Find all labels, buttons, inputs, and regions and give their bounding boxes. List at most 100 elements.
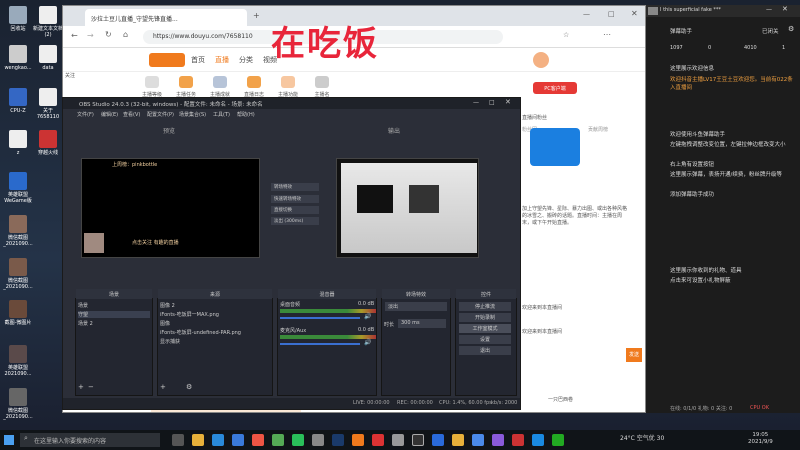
nav-live[interactable]: 直播	[215, 55, 229, 65]
app-icon[interactable]	[392, 434, 404, 446]
anchor-log[interactable]: 直播日志	[239, 76, 269, 98]
add-source-icon[interactable]: +	[160, 383, 166, 391]
source-item[interactable]: 显示捕获	[160, 338, 180, 345]
avatar[interactable]	[533, 52, 549, 68]
desktop-icon[interactable]: 微信截图_2021090...	[2, 258, 34, 290]
app-icon[interactable]	[492, 434, 504, 446]
scene-item[interactable]: 守望	[78, 311, 150, 318]
desktop-icon[interactable]: 关于 7658110	[32, 88, 64, 120]
edge-icon[interactable]	[212, 434, 224, 446]
app-icon[interactable]	[452, 434, 464, 446]
settings-gear-icon[interactable]: ⚙	[788, 25, 794, 33]
source-item[interactable]: 图像 2	[160, 302, 175, 309]
close-icon[interactable]: ✕	[505, 98, 511, 106]
nav-home[interactable]: 首页	[191, 55, 205, 65]
exit-button[interactable]: 退出	[459, 346, 511, 355]
add-scene-icon[interactable]: +	[78, 383, 84, 391]
quick-transition[interactable]: 快速转场特效	[271, 195, 319, 203]
menu-file[interactable]: 文件(F)	[77, 111, 94, 118]
desktop-icon[interactable]: z	[2, 130, 34, 156]
taskbar-search[interactable]: 在这里输入你要搜索的内容	[20, 433, 160, 447]
desktop-icon[interactable]: 截图-微图片	[2, 300, 34, 326]
app-icon[interactable]	[352, 434, 364, 446]
scene-item[interactable]: 场景 2	[78, 320, 93, 327]
menu-view[interactable]: 查看(V)	[123, 111, 140, 118]
back-icon[interactable]: ←	[71, 31, 78, 40]
browser-tab[interactable]: 沙拉土豆儿直播_守望先锋直播...	[85, 9, 247, 26]
desktop-icon[interactable]: CPU-Z	[2, 88, 34, 114]
volume-slider[interactable]	[280, 343, 360, 345]
close-icon[interactable]: ✕	[631, 9, 638, 18]
stop-streaming-button[interactable]: 停止推流	[459, 302, 511, 311]
desktop-icon[interactable]: data	[32, 45, 64, 71]
wechat-icon[interactable]	[292, 434, 304, 446]
source-item[interactable]: iFonts-吃饭屏一MAX.png	[160, 311, 219, 318]
home-icon[interactable]: ⌂	[123, 30, 128, 39]
new-tab-icon[interactable]: +	[253, 11, 260, 20]
follow-label[interactable]: 关注	[65, 72, 79, 86]
anchor-name[interactable]: 主播名	[307, 76, 337, 98]
steam-icon[interactable]	[332, 434, 344, 446]
menu-profile[interactable]: 配置文件(P)	[147, 111, 174, 118]
app-icon[interactable]	[232, 434, 244, 446]
refresh-icon[interactable]: ↻	[105, 30, 112, 39]
maximize-icon[interactable]: □	[489, 99, 495, 106]
explorer-icon[interactable]	[192, 434, 204, 446]
anchor-task[interactable]: 主播任务	[171, 76, 201, 98]
menu-tools[interactable]: 工具(T)	[213, 111, 230, 118]
remove-scene-icon[interactable]: −	[88, 383, 94, 391]
settings-gear-icon[interactable]: ⚙	[186, 383, 192, 391]
send-button[interactable]: 发送	[626, 348, 642, 362]
app-icon[interactable]	[272, 434, 284, 446]
more-icon[interactable]: ⋯	[603, 30, 611, 39]
menu-help[interactable]: 帮助(H)	[237, 111, 255, 118]
speaker-icon[interactable]: 🔊	[364, 339, 371, 346]
desktop-icon[interactable]: 英雄联盟 WeGame版	[2, 172, 34, 204]
minimize-icon[interactable]: —	[766, 6, 772, 13]
maximize-icon[interactable]: □	[608, 10, 615, 18]
transition-button[interactable]: 转场特效	[271, 183, 319, 191]
forward-icon[interactable]: →	[87, 31, 94, 40]
app-icon[interactable]	[512, 434, 524, 446]
source-item[interactable]: 图像	[160, 320, 170, 327]
app-icon[interactable]	[252, 434, 264, 446]
minimize-icon[interactable]: —	[583, 10, 590, 18]
obs-icon[interactable]	[412, 434, 424, 446]
start-recording-button[interactable]: 开始录制	[459, 313, 511, 322]
source-item[interactable]: iFonts-吃饭屏-undefined-PAR.png	[160, 329, 241, 336]
favorites-icon[interactable]: ☆	[563, 31, 569, 39]
app-icon[interactable]	[372, 434, 384, 446]
desktop-icon[interactable]: 微信截图_2021090...	[2, 215, 34, 247]
app-icon[interactable]	[312, 434, 324, 446]
volume-slider[interactable]	[280, 317, 360, 319]
transition-select[interactable]: 淡出	[385, 302, 447, 311]
clock[interactable]: 19:05 2021/9/9	[748, 432, 773, 446]
desktop-icon[interactable]: 新建文本文档 (2)	[32, 6, 64, 38]
menu-scene-collection[interactable]: 场景集合(S)	[179, 111, 206, 118]
app-icon[interactable]	[552, 434, 564, 446]
speaker-icon[interactable]: 🔊	[364, 313, 371, 320]
douyu-logo[interactable]	[149, 53, 185, 67]
scene-item[interactable]: 场景	[78, 302, 88, 309]
fans-label[interactable]: 直播间粉丝	[522, 114, 547, 121]
fade-transition[interactable]: 淡出 (300ms)	[271, 217, 319, 225]
close-icon[interactable]: ✕	[782, 5, 788, 13]
pc-client-button[interactable]: PC客户端	[533, 82, 577, 94]
task-badge[interactable]	[530, 128, 580, 166]
app-icon[interactable]	[532, 434, 544, 446]
preview-canvas[interactable]: 上周榜：pinkbottle 点击关注 有趣的直播	[81, 158, 260, 258]
desktop-icon[interactable]: 微信截图_2021090...	[2, 388, 34, 420]
settings-button[interactable]: 设置	[459, 335, 511, 344]
anchor-level[interactable]: 主播等级	[137, 76, 167, 98]
anchor-function[interactable]: 主播功能	[273, 76, 303, 98]
desktop-icon[interactable]: 英雄联盟 2021090...	[2, 345, 34, 377]
windows-start-icon[interactable]	[4, 435, 14, 445]
anchor-achievement[interactable]: 主播成就	[205, 76, 235, 98]
minimize-icon[interactable]: —	[473, 99, 479, 106]
weather-widget[interactable]: 24°C 空气优 30	[620, 433, 664, 442]
app-icon[interactable]	[472, 434, 484, 446]
studio-mode-button[interactable]: 工作室模式	[459, 324, 511, 333]
app-icon[interactable]	[432, 434, 444, 446]
menu-edit[interactable]: 编辑(E)	[101, 111, 118, 118]
desktop-icon[interactable]: 回收站	[2, 6, 34, 32]
